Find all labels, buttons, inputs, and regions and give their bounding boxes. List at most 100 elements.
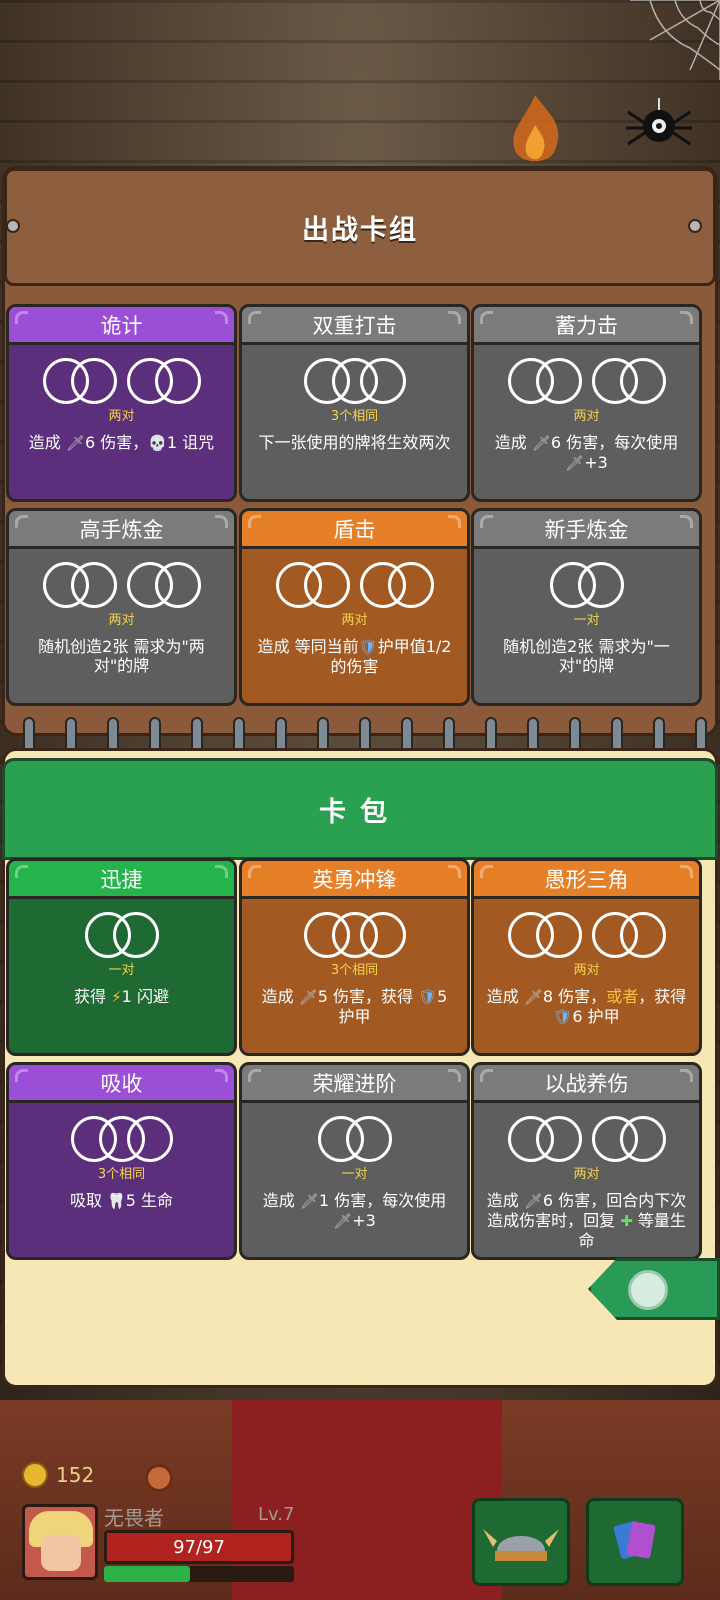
card-description: 随机创造2张 需求为"两对"的牌 — [9, 629, 234, 675]
card[interactable]: 盾击 两对 造成 等同当前🛡护甲值1/2的伤害 — [239, 508, 470, 706]
slot-group — [303, 358, 406, 404]
slot-group — [126, 562, 201, 608]
desc-text: 造成 — [494, 433, 532, 452]
desc-text: 6 伤害， — [84, 433, 149, 452]
empty-slot — [112, 912, 159, 958]
slot-group — [126, 358, 201, 404]
skull-icon: 💀 — [148, 434, 167, 452]
card-title: 荣耀进阶 — [242, 1065, 467, 1103]
sword-icon: 🗡 — [565, 454, 585, 472]
card-requirement: 一对 — [573, 613, 600, 628]
slot-group — [507, 1116, 582, 1162]
desc-text: 下一张使用的牌将生效两次 — [258, 433, 451, 452]
empty-slot — [619, 1116, 666, 1162]
card-description: 吸取 🦷5 生命 — [9, 1183, 234, 1211]
heal-plus-icon: ✚ — [620, 1212, 633, 1230]
helmet-icon — [483, 1529, 559, 1561]
slot-group — [549, 562, 624, 608]
card[interactable]: 迅捷一对 获得 ⚡1 闪避 — [6, 858, 237, 1056]
slot-group — [84, 912, 159, 958]
card[interactable]: 愚形三角 两对 造成 🗡8 伤害，或者，获得 🛡6 护甲 — [471, 858, 702, 1056]
desc-text: +3 — [352, 1211, 376, 1230]
nail-left — [6, 219, 20, 233]
nail-right — [688, 219, 702, 233]
empty-slot — [70, 562, 117, 608]
card-description: 造成 🗡5 伤害，获得 🛡5 护甲 — [242, 979, 467, 1026]
card-description: 造成 🗡8 伤害，或者，获得 🛡6 护甲 — [474, 979, 699, 1027]
player-avatar[interactable] — [22, 1504, 98, 1580]
empty-slot — [359, 358, 406, 404]
slot-group — [317, 1116, 392, 1162]
card-title: 迅捷 — [9, 861, 234, 899]
sword-icon: 🗡 — [299, 1192, 319, 1210]
player-level: Lv.7 — [258, 1504, 295, 1525]
desc-text: 随机创造2张 需求为"一对"的牌 — [503, 637, 670, 675]
empty-slot — [619, 358, 666, 404]
card-title: 诡计 — [9, 307, 234, 345]
desc-text: 造成 — [28, 433, 66, 452]
slot-group — [591, 912, 666, 958]
card[interactable]: 英勇冲锋 3个相同 造成 🗡5 伤害，获得 🛡5 护甲 — [239, 858, 470, 1056]
sword-icon: 🗡 — [523, 988, 543, 1006]
empty-slot — [535, 358, 582, 404]
xp-fill — [104, 1566, 190, 1582]
shield-icon: 🛡 — [418, 988, 438, 1006]
shield-icon: 🛡 — [358, 638, 378, 656]
card[interactable]: 荣耀进阶 一对 造成 🗡1 伤害，每次使用 🗡+3 — [239, 1062, 470, 1260]
desc-text: 1 闪避 — [121, 987, 169, 1006]
card-requirement: 一对 — [341, 1167, 368, 1182]
cobweb-icon — [630, 0, 720, 80]
desc-text: 8 伤害， — [542, 987, 607, 1006]
card-requirement: 两对 — [108, 613, 135, 628]
desc-text: 造成 等同当前 — [257, 637, 359, 656]
empty-slot — [535, 1116, 582, 1162]
card[interactable]: 以战养伤 两对 造成 🗡6 伤害，回合内下次造成伤害时，回复 ✚ 等量生命 — [471, 1062, 702, 1260]
sword-icon: 🗡 — [65, 434, 85, 452]
card-requirement: 一对 — [108, 963, 135, 978]
empty-slot — [359, 912, 406, 958]
slot-group — [42, 562, 117, 608]
desc-text: 5 伤害，获得 — [317, 987, 419, 1006]
card-requirement: 两对 — [573, 409, 600, 424]
card-requirement: 两对 — [341, 613, 368, 628]
card-title: 吸收 — [9, 1065, 234, 1103]
potion-orb-icon[interactable] — [628, 1270, 668, 1310]
card-description: 获得 ⚡1 闪避 — [9, 979, 234, 1007]
empty-slot — [154, 358, 201, 404]
sword-icon: 🗡 — [531, 434, 551, 452]
sword-icon: 🗡 — [523, 1192, 543, 1210]
slot-group — [507, 358, 582, 404]
desc-text: 5 生命 — [125, 1191, 174, 1210]
card-requirement: 3个相同 — [330, 409, 379, 424]
card[interactable]: 吸收 3个相同 吸取 🦷5 生命 — [6, 1062, 237, 1260]
card[interactable]: 高手炼金 两对 随机创造2张 需求为"两对"的牌 — [6, 508, 237, 706]
xp-bar — [104, 1566, 294, 1582]
card[interactable]: 蓄力击 两对 造成 🗡6 伤害，每次使用 🗡+3 — [471, 304, 702, 502]
empty-slot — [70, 358, 117, 404]
card-title: 蓄力击 — [474, 307, 699, 345]
card-description: 造成 🗡6 伤害，回合内下次造成伤害时，回复 ✚ 等量生命 — [474, 1183, 699, 1250]
cards-button[interactable] — [586, 1498, 684, 1586]
bag-icon[interactable] — [145, 1464, 173, 1492]
slot-group — [591, 358, 666, 404]
coin-count: 152 — [56, 1463, 95, 1487]
slot-group — [303, 912, 406, 958]
flame-icon — [513, 95, 559, 162]
desc-text: 造成 — [262, 1191, 300, 1210]
sword-icon: 🗡 — [333, 1212, 353, 1230]
card[interactable]: 新手炼金 一对 随机创造2张 需求为"一对"的牌 — [471, 508, 702, 706]
card[interactable]: 诡计 两对 造成 🗡6 伤害，💀1 诅咒 — [6, 304, 237, 502]
desc-highlight: 或者 — [606, 987, 639, 1006]
desc-text: 造成 — [486, 987, 524, 1006]
empty-slot — [387, 562, 434, 608]
card[interactable]: 双重打击 3个相同 下一张使用的牌将生效两次 — [239, 304, 470, 502]
card-requirement: 两对 — [573, 1167, 600, 1182]
slot-group — [275, 562, 350, 608]
desc-text: 6 伤害，每次使用 — [550, 433, 679, 452]
card-requirement: 3个相同 — [97, 1167, 146, 1182]
empty-slot — [154, 562, 201, 608]
player-name: 无畏者 — [104, 1506, 164, 1530]
card-description: 造成 🗡6 伤害，💀1 诅咒 — [9, 425, 234, 453]
deck-title: 出战卡组 — [302, 214, 418, 246]
equipment-button[interactable] — [472, 1498, 570, 1586]
